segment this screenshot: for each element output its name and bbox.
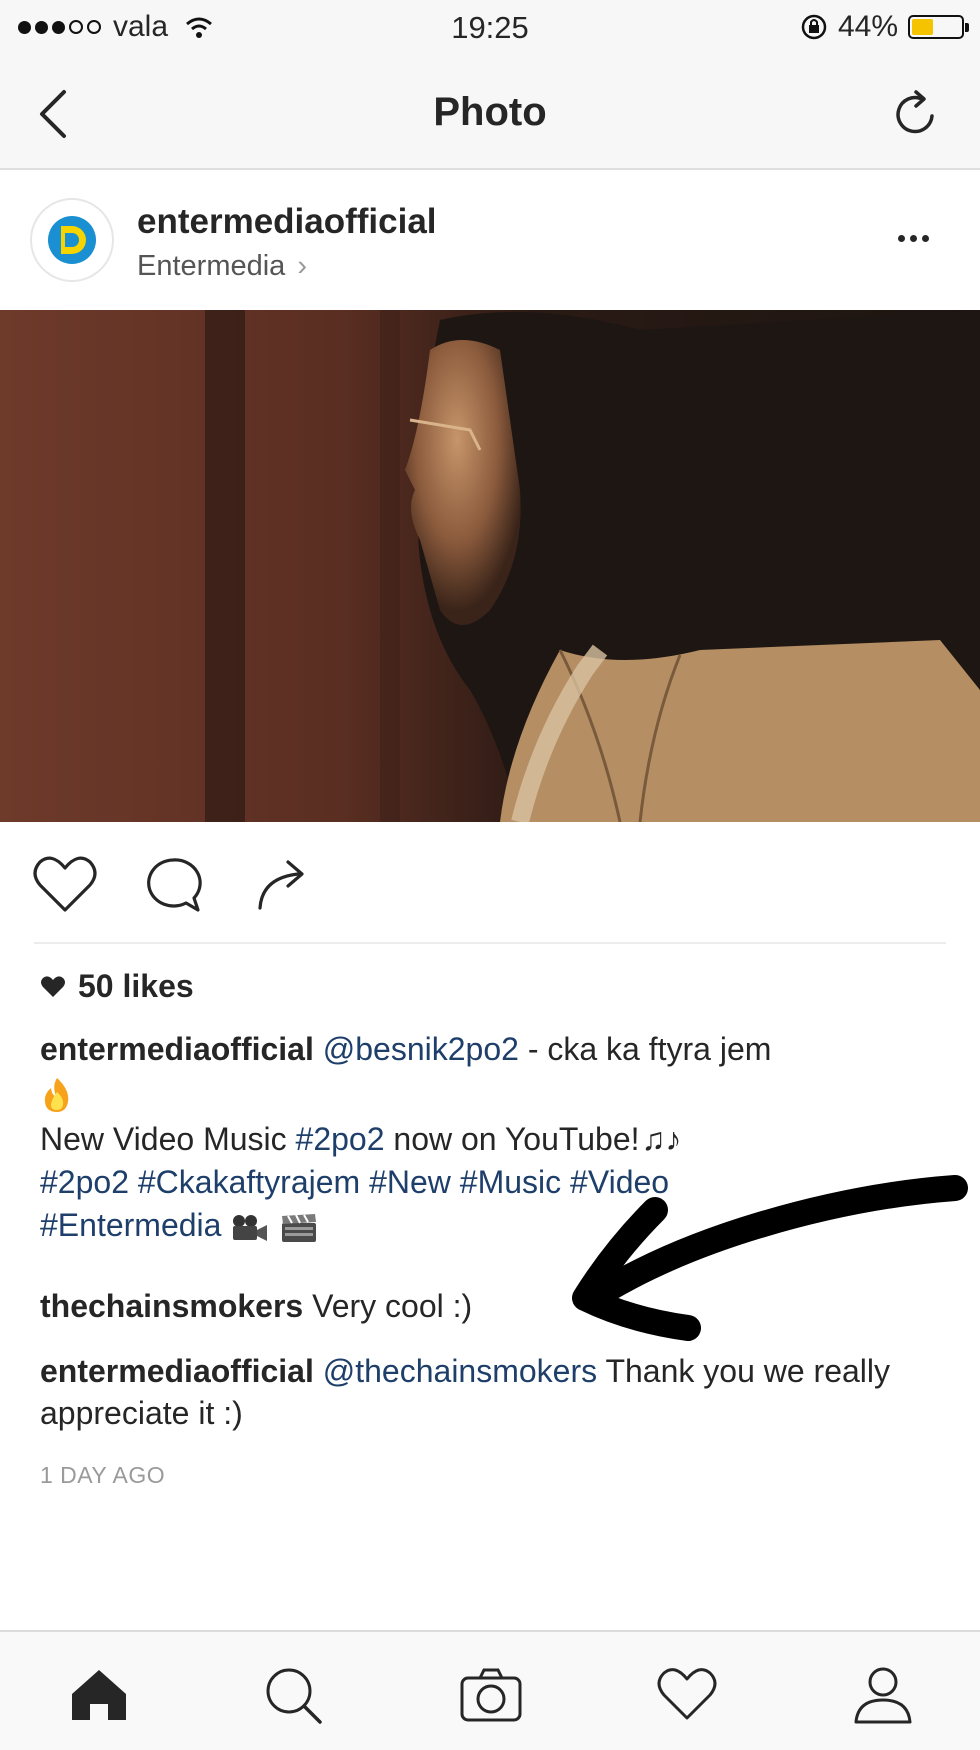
caption-hashtag-2po2[interactable]: #2po2	[296, 1121, 385, 1157]
caption-mention[interactable]: @besnik2po2	[323, 1031, 519, 1067]
nav-bar: Photo	[0, 56, 980, 170]
heart-icon	[657, 1668, 717, 1720]
fire-emoji-icon	[44, 1077, 69, 1112]
caption-text: - cka ka ftyra jem	[518, 1031, 772, 1067]
battery-percent: 44%	[837, 10, 898, 43]
post-caption: entermediaofficial @besnik2po2 - cka ka …	[40, 1028, 940, 1247]
share-arrow-icon	[258, 860, 304, 910]
comment-username[interactable]: entermediaofficial	[40, 1353, 314, 1389]
post-photo[interactable]	[0, 310, 980, 822]
comment-mention[interactable]: @thechainsmokers	[323, 1353, 597, 1389]
post-timestamp: 1 DAY AGO	[40, 1462, 166, 1488]
camera-icon	[460, 1668, 522, 1722]
tab-home[interactable]	[64, 1660, 134, 1730]
home-icon	[72, 1670, 126, 1720]
caption-username[interactable]: entermediaofficial	[40, 1031, 314, 1067]
page-title: Photo	[433, 90, 547, 134]
location-label: Entermedia	[137, 250, 286, 282]
ellipsis-icon[interactable]	[898, 228, 938, 248]
comment-text: Very cool :)	[303, 1288, 473, 1324]
likes-label: 50 likes	[78, 968, 194, 1004]
tab-search[interactable]	[258, 1660, 328, 1730]
share-button[interactable]	[246, 848, 320, 922]
tab-activity[interactable]	[652, 1660, 722, 1730]
battery-icon	[908, 15, 969, 39]
chevron-right-icon: ›	[297, 250, 308, 282]
status-bar: vala 19:25 44%	[0, 0, 980, 56]
profile-icon	[854, 1667, 912, 1724]
caption-hashtag-entermedia[interactable]: #Entermedia	[40, 1207, 221, 1243]
caption-hashtags[interactable]: #2po2 #Ckakaftyrajem #New #Music #Video	[40, 1164, 669, 1200]
refresh-icon	[896, 90, 934, 134]
post-username[interactable]: entermediaofficial	[137, 202, 437, 242]
post-actions	[0, 848, 980, 928]
filled-heart-icon	[41, 975, 65, 997]
caption-line2-pre: New Video Music	[40, 1121, 296, 1157]
like-button[interactable]	[28, 848, 102, 922]
comment-username[interactable]: thechainsmokers	[40, 1288, 303, 1324]
refresh-button[interactable]	[888, 86, 944, 142]
comment-item: thechainsmokers Very cool :)	[40, 1288, 472, 1325]
music-notes-icon: ♫♪	[641, 1121, 682, 1157]
post-location[interactable]: Entermedia ›	[137, 250, 307, 283]
battery-fill	[912, 19, 934, 35]
comment-item: entermediaofficial @thechainsmokers Than…	[40, 1350, 950, 1434]
comment-button[interactable]	[136, 848, 210, 922]
clapper-board-emoji-icon	[282, 1213, 317, 1242]
post-header: entermediaofficial Entermedia ›	[0, 170, 980, 310]
heart-icon	[33, 856, 97, 912]
tab-bar	[0, 1630, 980, 1750]
avatar[interactable]	[30, 198, 114, 282]
likes-count[interactable]: 50 likes	[40, 968, 194, 1005]
search-icon	[266, 1668, 322, 1724]
caption-line2-post: now on YouTube!	[384, 1121, 640, 1157]
movie-camera-emoji-icon	[233, 1214, 268, 1241]
portrait-image	[0, 310, 980, 822]
entermedia-logo-icon	[48, 216, 96, 264]
tab-profile[interactable]	[848, 1660, 918, 1730]
battery-group: 44%	[800, 10, 969, 44]
comment-icon	[147, 858, 202, 912]
tab-camera[interactable]	[456, 1660, 526, 1730]
divider	[34, 942, 946, 944]
rotation-lock-icon	[801, 14, 827, 40]
